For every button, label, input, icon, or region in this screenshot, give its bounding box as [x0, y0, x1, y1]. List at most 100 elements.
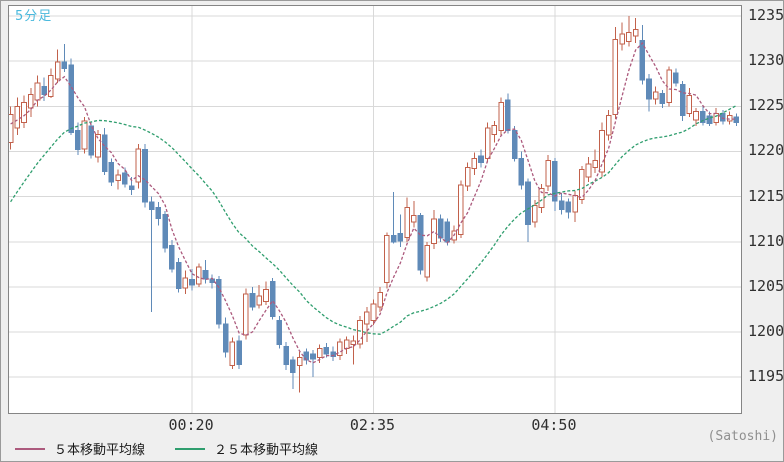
candle-up: [498, 102, 504, 132]
candle-up: [531, 205, 538, 223]
ma25-line-swatch: [175, 447, 206, 450]
candle-down: [390, 234, 397, 243]
ma5-line-swatch: [15, 447, 45, 450]
candle-down: [128, 185, 135, 190]
candle-down: [505, 99, 511, 132]
candle-down: [437, 218, 444, 239]
candle-down: [249, 292, 256, 308]
candle-down: [518, 158, 525, 186]
candle-up: [363, 311, 370, 325]
candle-up: [626, 31, 632, 42]
candle-up: [411, 215, 417, 223]
y-axis-tick-label: 1225: [748, 96, 784, 115]
candle-up: [263, 289, 269, 302]
candle-down: [733, 116, 740, 124]
x-axis-tick-label: 02:35: [349, 416, 396, 434]
y-axis-tick-label: 1205: [748, 276, 784, 295]
candle-up: [377, 291, 383, 308]
legend-item-ma5: ５本移動平均線: [15, 439, 145, 458]
candle-up: [404, 206, 410, 238]
candle-down: [202, 270, 209, 280]
candle-up: [471, 158, 478, 170]
candle-up: [592, 159, 599, 169]
candle-down: [142, 149, 148, 203]
y-axis-tick-label: 1195: [748, 367, 784, 386]
candle-up: [256, 295, 263, 306]
candle-up: [599, 130, 605, 173]
x-axis-tick-label: 04:50: [531, 416, 577, 434]
candle-up: [713, 113, 720, 124]
candle-up: [464, 167, 471, 187]
candle-up: [619, 33, 625, 45]
unit-label: (Satoshi): [707, 429, 778, 444]
legend: ５本移動平均線 ２５本移動平均線: [15, 439, 318, 458]
candle-down: [673, 72, 679, 84]
candle-up: [81, 120, 88, 150]
candle-up: [491, 124, 498, 135]
candle-up: [296, 356, 303, 366]
candle-up: [34, 82, 41, 101]
plot-area: 5分足: [8, 5, 742, 414]
candle-up: [54, 61, 61, 80]
candle-up: [605, 114, 612, 136]
candle-up: [686, 94, 693, 115]
candle-down: [269, 281, 276, 318]
chart-canvas: 5分足 1235 1230 1225 1220 1215 1210 1205 1200 1195…: [0, 0, 784, 462]
candle-down: [41, 85, 48, 96]
candle-down: [189, 279, 195, 286]
candle-up: [14, 105, 21, 129]
candle-up: [182, 277, 189, 289]
candle-down: [75, 130, 81, 151]
candle-up: [585, 163, 592, 178]
candle-up: [195, 266, 202, 285]
candle-up: [9, 113, 14, 143]
candle-down: [565, 201, 572, 213]
candle-down: [283, 346, 289, 366]
chart-title: 5分足: [15, 9, 53, 24]
candle-up: [229, 341, 236, 366]
candle-down: [646, 78, 652, 100]
y-axis-tick-label: 1210: [748, 231, 784, 250]
candle-down: [310, 353, 316, 360]
candle-up: [243, 293, 249, 336]
candle-down: [175, 262, 182, 290]
candle-down: [323, 346, 330, 355]
candle-up: [316, 347, 323, 358]
candle-down: [511, 130, 518, 160]
candle-up: [115, 174, 121, 181]
candle-up: [27, 94, 34, 109]
candle-down: [236, 340, 242, 366]
x-axis-tick-label: 00:20: [168, 416, 214, 434]
candle-down: [61, 61, 68, 69]
candle-up: [726, 114, 733, 122]
candle-down: [276, 319, 283, 346]
candle-up: [484, 127, 491, 160]
candle-down: [222, 323, 229, 353]
candle-down: [68, 64, 74, 133]
candle-up: [424, 244, 431, 278]
candle-down: [558, 200, 565, 210]
candle-up: [384, 234, 390, 283]
y-axis-tick-label: 1235: [748, 6, 784, 24]
candle-down: [659, 93, 666, 105]
candle-down: [290, 359, 296, 374]
candle-down: [397, 233, 404, 242]
candle-up: [545, 159, 552, 187]
candle-down: [88, 125, 95, 156]
candle-up: [343, 339, 350, 349]
plot-svg: [9, 6, 741, 413]
candle-down: [101, 134, 108, 172]
candle-up: [632, 29, 639, 37]
candle-up: [21, 102, 27, 124]
candle-down: [155, 206, 162, 219]
y-axis-tick-label: 1230: [748, 51, 784, 70]
legend-label-ma5: ５本移動平均線: [54, 443, 146, 458]
candle-down: [169, 244, 175, 270]
candle-up: [48, 75, 54, 97]
candle-up: [572, 195, 578, 213]
candle-down: [122, 172, 128, 185]
candle-up: [370, 303, 377, 321]
legend-label-ma25: ２５本移動平均線: [214, 443, 319, 458]
y-axis-tick-label: 1220: [748, 141, 784, 160]
candle-down: [478, 155, 484, 163]
